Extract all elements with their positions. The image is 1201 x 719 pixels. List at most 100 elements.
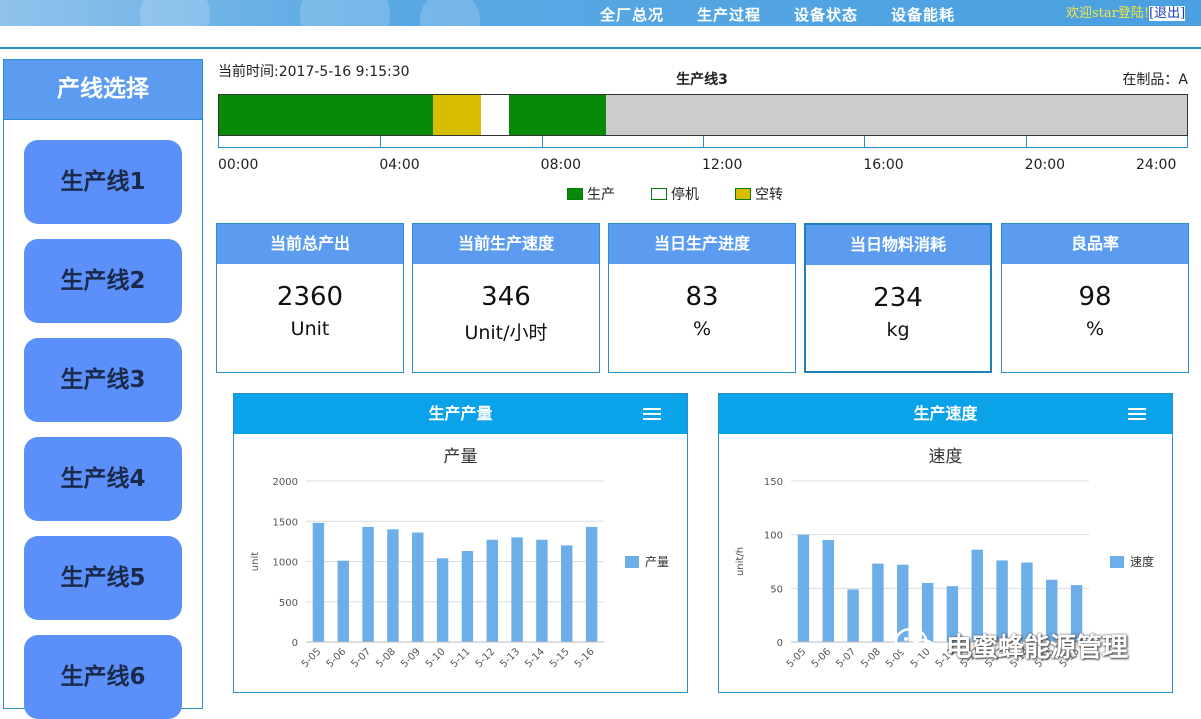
legend-label: 生产 [587,187,615,203]
line-3-button[interactable]: 生产线3 [24,338,182,422]
timeline-segment [219,95,433,135]
timeline-legend: 生产 停机 空转 [567,184,819,204]
x-tick-label: 5-06 [325,646,349,670]
x-tick-label: 5-11 [449,646,473,670]
bar [436,558,449,642]
kpi-unit: % [1085,318,1105,340]
kpi-value: 346 [481,282,531,312]
y-tick-label: 1000 [273,558,298,569]
legend-label: 停机 [671,187,699,203]
legend-label: 速度 [1130,554,1154,569]
main-nav: 全厂总况 生产过程 设备状态 设备能耗 [600,4,988,25]
watermark-text: 电蜜蜂能源管理 [946,632,1129,663]
decor-bubble [300,0,390,26]
kpi-title: 当日物料消耗 [806,225,990,265]
top-bar: 全厂总况 生产过程 设备状态 设备能耗 欢迎star登陆![退出] [0,0,1201,26]
timeline-tick-label: 08:00 [540,157,582,173]
timeline-axis [218,136,1188,148]
line-5-button[interactable]: 生产线5 [24,536,182,620]
sidebar: 产线选择 生产线1 生产线2 生产线3 生产线4 生产线5 生产线6 [3,59,203,719]
legend-item-production: 生产 [567,184,615,204]
x-tick-label: 5-12 [474,646,498,670]
wip-status: 在制品：A [1122,72,1188,88]
header-divider [0,47,1201,49]
x-tick-label: 5-14 [523,646,547,670]
x-tick-label: 5-13 [498,646,522,670]
legend-swatch [567,188,583,200]
kpi-material-consumption: 当日物料消耗 234 kg [804,223,992,373]
kpi-unit: % [692,318,712,340]
output-chart-panel: 生产产量 产量 0 500 1000 1500 2000 unit 5-05 5-06 5-07… [233,393,688,693]
y-axis-label: unit [250,552,261,571]
welcome-text: 欢迎star登陆! [1066,6,1150,21]
decor-bubble [140,0,210,26]
timeline-segment [481,95,510,135]
nav-overview[interactable]: 全厂总况 [600,4,664,25]
line-4-button[interactable]: 生产线4 [24,437,182,521]
bar [337,560,349,642]
nav-equipment-status[interactable]: 设备状态 [794,4,858,25]
timeline-tick-label: 00:00 [218,157,259,173]
kpi-unit: Unit [290,318,330,340]
output-bar-chart: 0 500 1000 1500 2000 unit 5-05 5-06 5-07 5-08 5-09… [250,477,669,670]
x-tick-label: 5-15 [548,646,572,670]
x-tick-label: 5-08 [859,646,883,670]
bar [797,534,810,642]
nav-equipment-energy[interactable]: 设备能耗 [891,4,955,25]
x-tick-label: 5-09 [399,646,423,670]
y-axis-label: unit/h [735,547,746,576]
bar [847,589,859,642]
kpi-title: 当日生产进度 [609,224,795,264]
welcome-message: 欢迎star登陆![退出] [1066,2,1186,21]
x-tick-label: 5-07 [349,646,373,670]
legend-swatch [735,188,751,200]
kpi-production-speed: 当前生产速度 346 Unit/小时 [412,223,600,373]
x-tick-label: 5-10 [424,646,448,670]
kpi-daily-progress: 当日生产进度 83 % [608,223,796,373]
kpi-title: 良品率 [1002,224,1188,264]
bar [412,532,424,642]
line-2-button[interactable]: 生产线2 [24,239,182,323]
kpi-value: 234 [873,283,923,313]
line-title: 生产线3 [676,72,728,88]
kpi-value: 83 [685,282,719,312]
bar [585,526,598,642]
timeline-tick [380,136,382,147]
timeline-tick-label: 16:00 [863,157,904,173]
wechat-icon [894,627,937,662]
legend-label: 产量 [645,555,669,569]
timeline-tick [1025,136,1027,147]
status-timeline [218,94,1188,136]
timeline-tick [703,136,704,147]
bar [486,539,498,642]
nav-process[interactable]: 生产过程 [697,4,761,25]
legend-swatch [625,556,639,568]
bar [511,537,523,642]
timeline-tick [864,136,866,147]
y-tick-label: 100 [764,531,783,542]
legend-swatch [1110,556,1124,568]
y-tick-label: 2000 [273,477,298,488]
legend-label: 空转 [755,187,783,203]
bar [362,526,374,642]
line-1-button[interactable]: 生产线1 [24,140,182,224]
bar [387,529,399,642]
timeline-tick-label: 20:00 [1024,157,1066,173]
y-tick-label: 500 [279,598,298,609]
kpi-title: 当前生产速度 [413,224,599,264]
legend-swatch [651,188,667,200]
timeline-tick [541,136,543,147]
x-tick-label: 5-05 [300,646,324,670]
sidebar-title: 产线选择 [4,60,202,120]
timeline-tick-label: 12:00 [702,157,743,173]
legend-item-idle: 空转 [735,184,783,204]
line-6-button[interactable]: 生产线6 [24,635,182,719]
timeline-segment [432,95,482,135]
y-tick-label: 150 [764,477,783,488]
kpi-title: 当前总产出 [217,224,403,264]
logout-link[interactable]: [退出] [1149,6,1186,21]
y-tick-label: 50 [770,584,783,595]
watermark: 电蜜蜂能源管理 [894,625,1128,665]
timeline-tick-label: 04:00 [379,157,420,173]
current-time: 当前时间:2017-5-16 9:15:30 [218,64,410,80]
